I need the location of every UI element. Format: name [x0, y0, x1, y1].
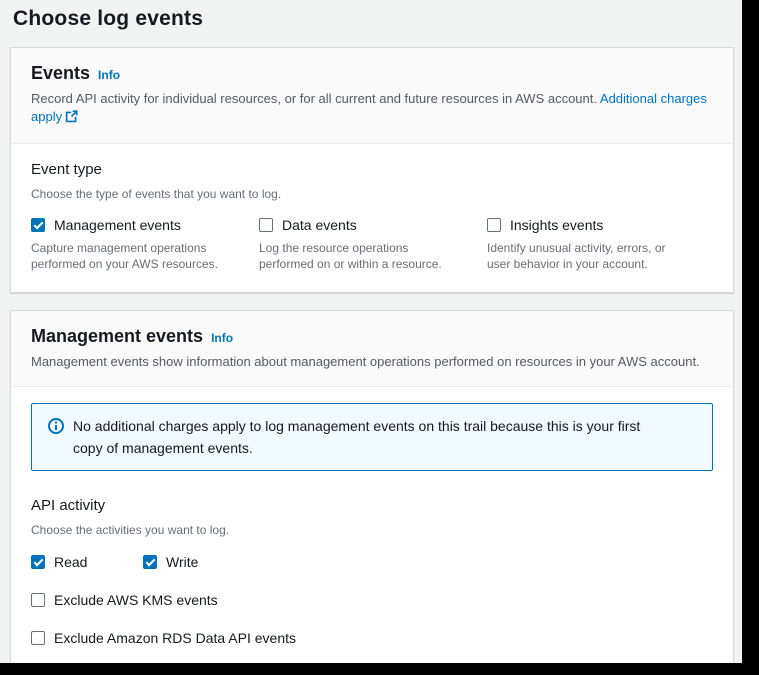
- data-events-description: Log the resource operations performed on…: [259, 240, 464, 272]
- write-checkbox[interactable]: [143, 555, 157, 569]
- management-panel-description: Management events show information about…: [31, 353, 713, 371]
- page-title: Choose log events: [0, 0, 742, 31]
- exclude-kms-checkbox[interactable]: [31, 593, 45, 607]
- alert-message: No additional charges apply to log manag…: [73, 415, 673, 459]
- insights-events-checkbox-label[interactable]: Insights events: [510, 217, 603, 233]
- insights-events-description: Identify unusual activity, errors, or us…: [487, 240, 692, 272]
- events-panel-body: Event type Choose the type of events tha…: [11, 144, 733, 292]
- events-panel-title: Events: [31, 63, 90, 84]
- data-events-checkbox-label[interactable]: Data events: [282, 217, 357, 233]
- events-panel: Events Info Record API activity for indi…: [10, 47, 734, 293]
- page: Choose log events Events Info Record API…: [0, 0, 742, 663]
- exclude-rds-checkbox-label[interactable]: Exclude Amazon RDS Data API events: [54, 630, 296, 646]
- management-events-description: Capture management operations performed …: [31, 240, 236, 272]
- exclude-rds-checkbox[interactable]: [31, 631, 45, 645]
- management-events-panel: Management events Info Management events…: [10, 310, 734, 663]
- write-checkbox-label[interactable]: Write: [166, 554, 198, 570]
- no-charges-info-alert: No additional charges apply to log manag…: [31, 403, 713, 471]
- event-type-option-insights: Insights events Identify unusual activit…: [487, 217, 715, 272]
- management-panel-title: Management events: [31, 326, 203, 347]
- api-activity-description: Choose the activities you want to log.: [31, 522, 713, 538]
- event-type-options: Management events Capture management ope…: [31, 217, 713, 272]
- read-checkbox[interactable]: [31, 555, 45, 569]
- exclude-kms-option: Exclude AWS KMS events: [31, 592, 713, 608]
- management-events-checkbox-label[interactable]: Management events: [54, 217, 181, 233]
- events-panel-description: Record API activity for individual resou…: [31, 90, 713, 128]
- external-link-icon: [65, 110, 78, 128]
- api-activity-options: Read Write: [31, 554, 713, 570]
- write-option: Write: [143, 554, 198, 570]
- management-events-checkbox[interactable]: [31, 218, 45, 232]
- event-type-option-data: Data events Log the resource operations …: [259, 217, 487, 272]
- info-circle-icon: [48, 418, 64, 439]
- management-info-link[interactable]: Info: [211, 331, 233, 345]
- management-panel-header: Management events Info Management events…: [11, 311, 733, 387]
- exclude-rds-option: Exclude Amazon RDS Data API events: [31, 630, 713, 646]
- event-type-description: Choose the type of events that you want …: [31, 186, 713, 202]
- insights-events-checkbox[interactable]: [487, 218, 501, 232]
- events-info-link[interactable]: Info: [98, 68, 120, 82]
- read-checkbox-label[interactable]: Read: [54, 554, 87, 570]
- data-events-checkbox[interactable]: [259, 218, 273, 232]
- api-activity-label: API activity: [31, 496, 713, 516]
- read-option: Read: [31, 554, 143, 570]
- exclude-kms-checkbox-label[interactable]: Exclude AWS KMS events: [54, 592, 218, 608]
- event-type-option-management: Management events Capture management ope…: [31, 217, 259, 272]
- management-panel-body: No additional charges apply to log manag…: [11, 387, 733, 663]
- events-panel-header: Events Info Record API activity for indi…: [11, 48, 733, 144]
- event-type-label: Event type: [31, 160, 713, 180]
